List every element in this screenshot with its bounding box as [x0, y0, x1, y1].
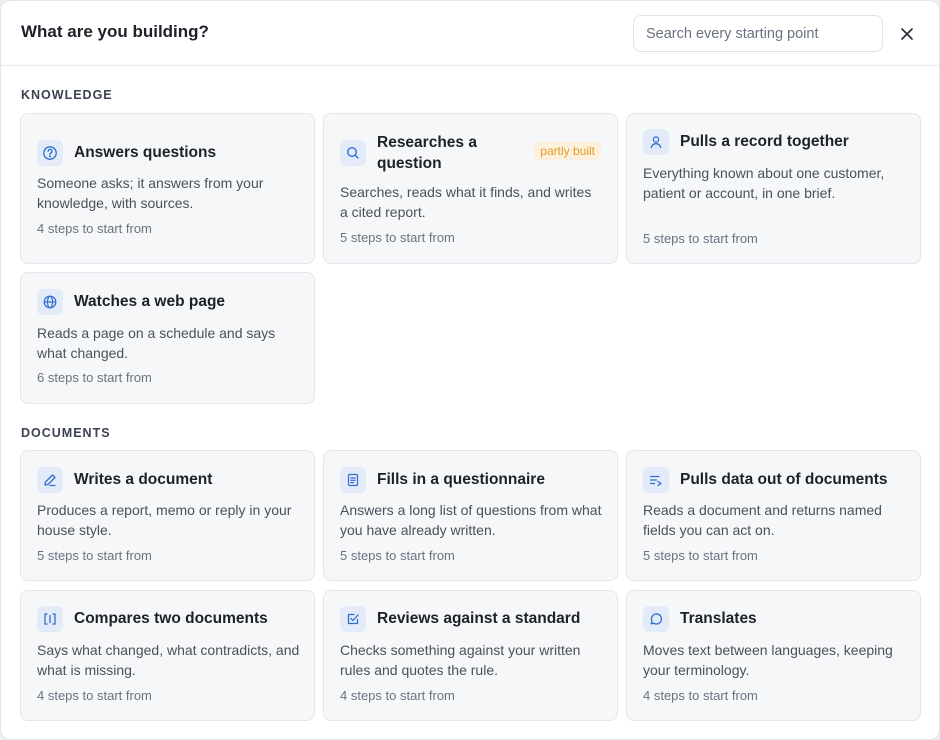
card-pulls-data-out-of-documents[interactable]: Pulls data out of documents Reads a docu…: [626, 450, 921, 581]
dialog-header: What are you building?: [1, 1, 939, 66]
card-title: Reviews against a standard: [377, 610, 581, 627]
card-answers-questions[interactable]: Answers questions Someone asks; it answe…: [20, 113, 315, 264]
card-steps: 6 steps to start from: [37, 370, 152, 385]
starting-point-dialog: What are you building? KNOWLEDGE Answers…: [0, 0, 940, 740]
card-steps: 5 steps to start from: [643, 231, 758, 246]
extract-lines-icon: [649, 475, 662, 487]
status-badge: partly built: [534, 142, 601, 160]
card-title: Fills in a questionnaire: [377, 471, 545, 488]
search-icon: [346, 146, 359, 159]
card-title: Answers questions: [74, 144, 217, 161]
card-description: Everything known about one customer, pat…: [643, 165, 885, 201]
card-description: Searches, reads what it finds, and write…: [340, 184, 592, 220]
card-description: Checks something against your written ru…: [340, 642, 581, 678]
card-steps: 4 steps to start from: [37, 688, 152, 703]
card-translates[interactable]: Translates Moves text between languages,…: [626, 590, 921, 721]
document-icon: [347, 473, 359, 487]
speech-bubble-icon: [650, 613, 663, 625]
card-steps: 5 steps to start from: [37, 548, 152, 563]
pencil-icon: [44, 474, 56, 487]
card-description: Answers a long list of questions from wh…: [340, 502, 602, 538]
card-writes-a-document[interactable]: Writes a document Produces a report, mem…: [20, 450, 315, 581]
user-icon: [650, 136, 662, 149]
card-steps: 5 steps to start from: [643, 548, 758, 563]
search-input[interactable]: [633, 15, 883, 52]
close-button[interactable]: [896, 23, 918, 45]
card-fills-in-a-questionnaire[interactable]: Fills in a questionnaire Answers a long …: [323, 450, 618, 581]
card-title: Pulls a record together: [680, 133, 849, 150]
card-reviews-against-a-standard[interactable]: Reviews against a standard Checks someth…: [323, 590, 618, 721]
section-label-knowledge: KNOWLEDGE: [21, 88, 113, 102]
card-title: Writes a document: [74, 471, 213, 488]
card-description: Says what changed, what contradicts, and…: [37, 642, 300, 678]
card-steps: 4 steps to start from: [37, 221, 152, 236]
card-title: Watches a web page: [74, 293, 226, 310]
card-steps: 5 steps to start from: [340, 548, 455, 563]
card-watches-a-web-page[interactable]: Watches a web page Reads a page on a sch…: [20, 272, 315, 404]
checkbox-icon: [347, 613, 359, 625]
card-description: Produces a report, memo or reply in your…: [37, 502, 292, 538]
card-title: Translates: [680, 610, 757, 627]
card-title: Researches a question: [377, 134, 477, 172]
question-circle-icon: [43, 146, 57, 160]
card-description: Reads a document and returns named field…: [643, 502, 882, 538]
card-steps: 4 steps to start from: [340, 688, 455, 703]
card-steps: 4 steps to start from: [643, 688, 758, 703]
card-compares-two-documents[interactable]: Compares two documents Says what changed…: [20, 590, 315, 721]
card-researches-a-question[interactable]: Researches a question partly built Searc…: [323, 113, 618, 264]
card-pulls-a-record-together[interactable]: Pulls a record together Everything known…: [626, 113, 921, 264]
card-steps: 5 steps to start from: [340, 230, 455, 245]
card-title: Pulls data out of documents: [680, 471, 888, 488]
card-description: Reads a page on a schedule and says what…: [37, 325, 276, 361]
compare-icon: [44, 613, 56, 625]
close-icon: [901, 28, 913, 40]
card-title: Compares two documents: [74, 610, 268, 627]
dialog-title: What are you building?: [21, 22, 209, 41]
card-description: Moves text between languages, keeping yo…: [643, 642, 893, 678]
globe-icon: [43, 295, 57, 309]
card-description: Someone asks; it answers from your knowl…: [37, 175, 264, 211]
section-label-documents: DOCUMENTS: [21, 426, 111, 440]
